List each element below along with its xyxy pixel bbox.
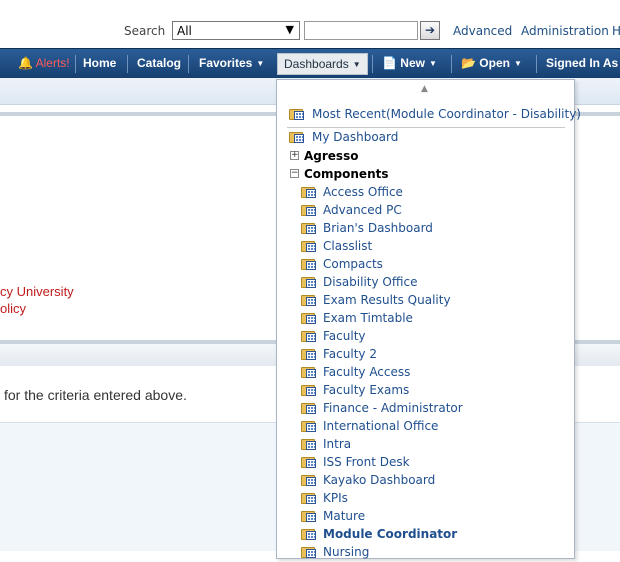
dashboard-folder-icon xyxy=(289,107,305,121)
dashboard-item-label: Advanced PC xyxy=(323,203,402,217)
search-label: Search xyxy=(124,24,166,38)
nav-dashboards-label: Dashboards xyxy=(284,57,349,71)
nav-new-label: New xyxy=(400,56,425,70)
dashboard-item-label: International Office xyxy=(323,419,439,433)
dashboard-folder-icon xyxy=(301,455,317,469)
search-input[interactable] xyxy=(304,21,418,40)
collapse-minus-icon[interactable]: − xyxy=(290,169,299,178)
dashboard-folder-icon xyxy=(301,401,317,415)
dashboard-item-label: Finance - Administrator xyxy=(323,401,463,415)
dashboard-folder-icon xyxy=(289,130,305,144)
dashboard-item-label: Intra xyxy=(323,437,352,451)
chevron-down-icon: ▼ xyxy=(352,60,361,69)
dashboard-item-label: Classlist xyxy=(323,239,373,253)
dashboard-folder-icon xyxy=(301,329,317,343)
dashboard-folder-icon xyxy=(301,527,317,541)
dashboard-folder-icon xyxy=(301,275,317,289)
nav-home[interactable]: Home xyxy=(83,49,116,78)
menu-divider xyxy=(287,127,565,128)
nav-divider xyxy=(536,55,537,73)
dashboard-item-label: Access Office xyxy=(323,185,403,199)
dashboard-folder-icon xyxy=(301,491,317,505)
menu-item-label: Most Recent(Module Coordinator - Disabil… xyxy=(312,107,581,121)
open-folder-icon: 📂 xyxy=(461,56,476,70)
dashboard-item-label: Faculty 2 xyxy=(323,347,377,361)
dashboard-folder-icon xyxy=(301,311,317,325)
dashboard-item-label: Nursing xyxy=(323,545,370,559)
search-scope-select[interactable]: All ▼ xyxy=(172,21,300,40)
search-go-button[interactable]: ➔ xyxy=(420,21,440,40)
menu-group-label: Components xyxy=(304,167,389,181)
nav-favorites-label: Favorites xyxy=(199,56,253,70)
global-nav-bar: 🔔 Alerts! Home Catalog Favorites ▼ Dashbo… xyxy=(0,48,620,78)
nav-divider xyxy=(372,55,373,73)
dashboard-item-label: Mature xyxy=(323,509,366,523)
advanced-link[interactable]: Advanced xyxy=(453,24,512,38)
dashboard-item-label: Exam Timtable xyxy=(323,311,413,325)
dashboard-folder-icon xyxy=(301,239,317,253)
nav-alerts[interactable]: 🔔 Alerts! xyxy=(18,49,70,78)
expand-plus-icon[interactable]: + xyxy=(290,151,299,160)
chevron-down-icon: ▼ xyxy=(256,59,265,68)
nav-dashboards[interactable]: Dashboards ▼ xyxy=(277,53,368,75)
dashboard-item-label: Compacts xyxy=(323,257,383,271)
dashboard-item-label: Kayako Dashboard xyxy=(323,473,436,487)
dashboard-item-label: ISS Front Desk xyxy=(323,455,410,469)
bell-icon: 🔔 xyxy=(18,56,33,70)
dashboard-folder-icon xyxy=(301,365,317,379)
nav-divider xyxy=(127,55,128,73)
no-results-message: for the criteria entered above. xyxy=(4,387,187,403)
search-scope-value: All xyxy=(177,24,192,38)
dashboard-item-label: KPIs xyxy=(323,491,348,505)
dashboard-folder-icon xyxy=(301,347,317,361)
nav-new[interactable]: 📄 New ▼ xyxy=(382,49,437,78)
chevron-down-icon: ▼ xyxy=(285,23,294,36)
dashboard-folder-icon xyxy=(301,509,317,523)
administration-link[interactable]: Administration xyxy=(521,24,609,38)
dashboard-folder-icon xyxy=(301,473,317,487)
dashboard-folder-icon xyxy=(301,257,317,271)
policy-link[interactable]: olicy xyxy=(0,301,26,316)
nav-divider xyxy=(188,55,189,73)
dashboard-item-label: Module Coordinator xyxy=(323,527,458,541)
dashboard-folder-icon xyxy=(301,203,317,217)
scroll-up-icon[interactable]: ▲ xyxy=(421,84,428,94)
nav-favorites[interactable]: Favorites ▼ xyxy=(199,49,264,78)
nav-alerts-label: Alerts! xyxy=(35,56,70,70)
nav-open[interactable]: 📂 Open ▼ xyxy=(461,49,522,78)
dashboard-folder-icon xyxy=(301,293,317,307)
nav-divider xyxy=(451,55,452,73)
nav-open-label: Open xyxy=(479,56,510,70)
dashboard-item-label: Faculty Exams xyxy=(323,383,410,397)
dashboard-item-label: Brian's Dashboard xyxy=(323,221,433,235)
dashboard-folder-icon xyxy=(301,545,317,559)
dashboard-folder-icon xyxy=(301,185,317,199)
menu-group-label: Agresso xyxy=(304,149,359,163)
dashboard-item-label: Exam Results Quality xyxy=(323,293,451,307)
dashboard-item-label: Disability Office xyxy=(323,275,418,289)
new-document-icon: 📄 xyxy=(382,56,397,70)
nav-signed-in[interactable]: Signed In As xyxy=(546,49,618,78)
dashboard-item-label: Faculty xyxy=(323,329,366,343)
dashboard-item-label: Faculty Access xyxy=(323,365,411,379)
nav-catalog[interactable]: Catalog xyxy=(137,49,181,78)
menu-item-label: My Dashboard xyxy=(312,130,399,144)
chevron-down-icon: ▼ xyxy=(428,59,437,68)
dashboards-dropdown-menu: ▲ Most Recent(Module Coordinator - Disab… xyxy=(276,79,581,559)
chevron-down-icon: ▼ xyxy=(513,59,522,68)
dashboard-folder-icon xyxy=(301,419,317,433)
nav-divider xyxy=(75,55,76,73)
top-search-bar: Search All ▼ ➔ Advanced Administration H xyxy=(0,0,620,48)
university-link[interactable]: cy University xyxy=(0,284,74,299)
dashboard-folder-icon xyxy=(301,437,317,451)
dashboard-folder-icon xyxy=(301,221,317,235)
arrow-right-icon: ➔ xyxy=(424,23,436,37)
dashboard-folder-icon xyxy=(301,383,317,397)
help-link[interactable]: H xyxy=(612,24,620,38)
